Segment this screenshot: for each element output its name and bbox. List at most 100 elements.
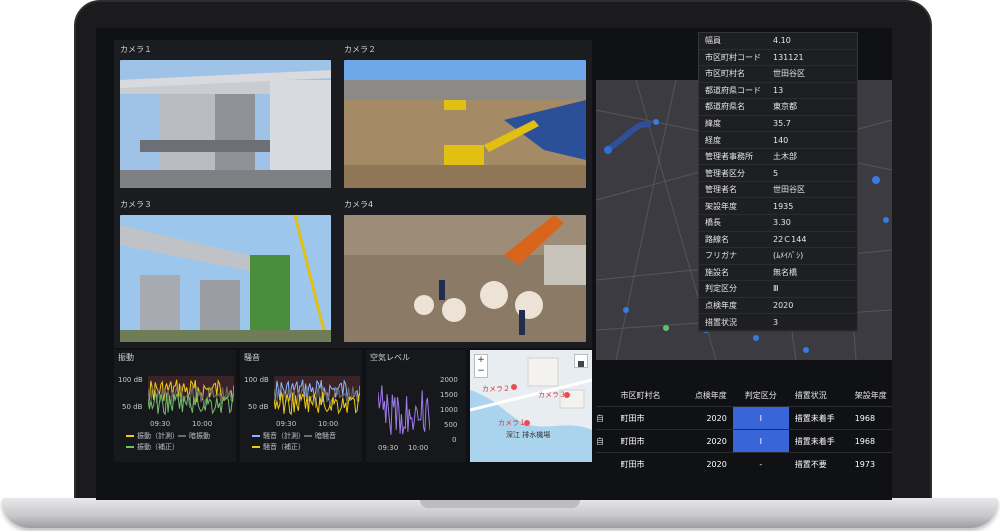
popup-value: 13 (773, 85, 784, 95)
camera-3-feed[interactable] (120, 215, 331, 342)
noise-legend-1-label: 騒音（計測） (263, 432, 305, 440)
row-grade: Ⅰ (732, 407, 789, 429)
popup-row: 措置状況 3 (699, 314, 857, 331)
popup-value: 3 (773, 317, 779, 327)
zoom-out-button[interactable]: − (475, 366, 487, 377)
air-level-chart (378, 385, 430, 435)
col-header-grade[interactable]: 判定区分 (733, 384, 789, 406)
bridge-info-popup: 幅員 4.10 市区町村コード 131121 市区町村名 世田谷区 都道府県コード 13 都道府… (698, 32, 858, 332)
camera-location-map[interactable]: + − カメラ２ カメラ３ カメラ１ 深江 排水機場 (470, 350, 592, 462)
popup-value: Ⅲ (773, 284, 779, 294)
legend-swatch (304, 435, 312, 437)
camera-2-feed[interactable] (344, 60, 586, 188)
popup-key: 都道府県名 (705, 102, 745, 112)
map-place-label: 深江 排水機場 (506, 431, 551, 439)
vibration-legend-1-label: 振動（計測） (137, 432, 179, 440)
popup-row: 点検年度 2020 (699, 298, 857, 315)
popup-key: 幅員 (705, 36, 721, 46)
row-city: 町田市 (620, 459, 645, 469)
air-level-panel: 空気レベル 2000 1500 1000 500 0 09:30 10:00 (366, 350, 466, 462)
air-level-series-line (378, 385, 430, 435)
popup-row: フリガナ (ﾑﾒｲﾊﾞｼ) (699, 248, 857, 265)
popup-key: 点検年度 (705, 301, 737, 311)
air-y-tick-0: 0 (452, 436, 457, 444)
vibration-legend-3-label: 振動（補正） (137, 443, 179, 451)
col-header-built[interactable]: 架設年度 (851, 390, 892, 401)
noise-legend-3: 騒音（補正） (252, 442, 305, 452)
vibration-panel: 振動 100 dB 50 dB 09:30 10:00 振動（計測） 暗振動 振… (114, 350, 236, 462)
table-row[interactable]: 自 町田市 2020 Ⅰ 措置未着手 1968 (596, 429, 892, 452)
vibration-x-tick-1: 09:30 (150, 420, 171, 428)
row-grade: - (759, 459, 763, 469)
row-status: 措置不要 (794, 459, 827, 469)
row-status: 措置未着手 (794, 436, 835, 446)
popup-key: 市区町村名 (705, 69, 745, 79)
popup-value: 3.30 (773, 218, 791, 228)
legend-swatch (252, 435, 260, 437)
popup-value: 35.7 (773, 119, 791, 128)
popup-row: 管理者名 世田谷区 (699, 182, 857, 199)
map-marker-camera-2[interactable] (511, 384, 517, 390)
popup-row: 緯度 35.7 (699, 116, 857, 133)
vibration-legend-1: 振動（計測） (126, 431, 179, 441)
laptop-notch (420, 500, 580, 508)
table-row[interactable]: 自 町田市 2020 Ⅰ 措置未着手 1968 (596, 406, 892, 429)
noise-title: 騒音 (244, 353, 260, 362)
camera-2-panel[interactable]: カメラ２ (338, 40, 592, 194)
popup-value: 2020 (773, 301, 794, 311)
map-marker-label-camera-2: カメラ２ (482, 385, 510, 393)
row-inspection-year: 2020 (706, 436, 727, 446)
row-inspection-year: 2020 (706, 413, 727, 423)
noise-y-tick-top: 100 dB (244, 376, 269, 384)
row-status: 措置未着手 (794, 413, 835, 423)
popup-value: 5 (773, 168, 779, 178)
popup-key: 都道府県コード (705, 85, 761, 95)
bridge-table: 市区町村名 点検年度 判定区分 措置状況 架設年度 自町田市 2020 Ⅰ 措置未着手… (596, 384, 892, 475)
popup-value: 1935 (773, 201, 794, 211)
camera-2-label: カメラ２ (344, 45, 376, 54)
popup-value: 131121 (773, 52, 804, 62)
popup-key: 施設名 (705, 267, 729, 277)
row-truncated-cell: 自 (596, 436, 604, 446)
col-header-year[interactable]: 点検年度 (673, 390, 733, 401)
map-marker-camera-3[interactable] (564, 392, 570, 398)
vibration-legend-2-label: 暗振動 (189, 432, 210, 440)
camera-4-feed[interactable] (344, 215, 586, 342)
legend-swatch (178, 435, 186, 437)
row-inspection-year: 2020 (706, 459, 727, 469)
row-city: 町田市 (620, 413, 645, 423)
popup-row: 管理者事務所 土木部 (699, 149, 857, 166)
popup-row: 市区町村名 世田谷区 (699, 66, 857, 83)
popup-value: 世田谷区 (773, 185, 805, 195)
camera-4-panel[interactable]: カメラ4 (338, 195, 592, 348)
popup-row: 施設名 無名橋 (699, 265, 857, 282)
popup-row: 都道府県コード 13 (699, 83, 857, 100)
map-marker-camera-1[interactable] (524, 420, 530, 426)
legend-swatch (126, 435, 134, 437)
popup-value: (ﾑﾒｲﾊﾞｼ) (773, 251, 804, 261)
camera-1-panel[interactable]: カメラ１ (114, 40, 337, 194)
camera-1-feed[interactable] (120, 60, 331, 188)
legend-swatch (252, 446, 260, 448)
noise-x-tick-1: 09:30 (276, 420, 297, 428)
popup-row: 市区町村コード 131121 (699, 50, 857, 67)
zoom-in-button[interactable]: + (475, 355, 487, 366)
popup-key: 市区町村コード (705, 52, 761, 62)
noise-legend-2: 暗騒音 (304, 431, 336, 441)
popup-key: 措置状況 (705, 317, 737, 327)
vibration-title: 振動 (118, 353, 134, 362)
col-header-city[interactable]: 市区町村名 (617, 390, 673, 401)
camera-grid: カメラ１ カメラ２ カメラ３ カメラ4 (114, 40, 592, 348)
camera-1-label: カメラ１ (120, 45, 152, 54)
popup-row: 架設年度 1935 (699, 198, 857, 216)
table-row[interactable]: 町田市 2020 - 措置不要 1973 (596, 452, 892, 475)
popup-key: 管理者区分 (705, 168, 745, 178)
popup-value: 22Ｃ144 (773, 234, 807, 244)
col-header-status[interactable]: 措置状況 (789, 390, 851, 401)
popup-key: 経度 (705, 135, 721, 145)
layers-icon[interactable] (574, 354, 588, 368)
row-truncated-cell: 自 (596, 413, 604, 423)
camera-3-panel[interactable]: カメラ３ (114, 195, 337, 348)
air-y-tick-500: 500 (444, 421, 458, 429)
popup-value: 東京都 (773, 102, 797, 112)
